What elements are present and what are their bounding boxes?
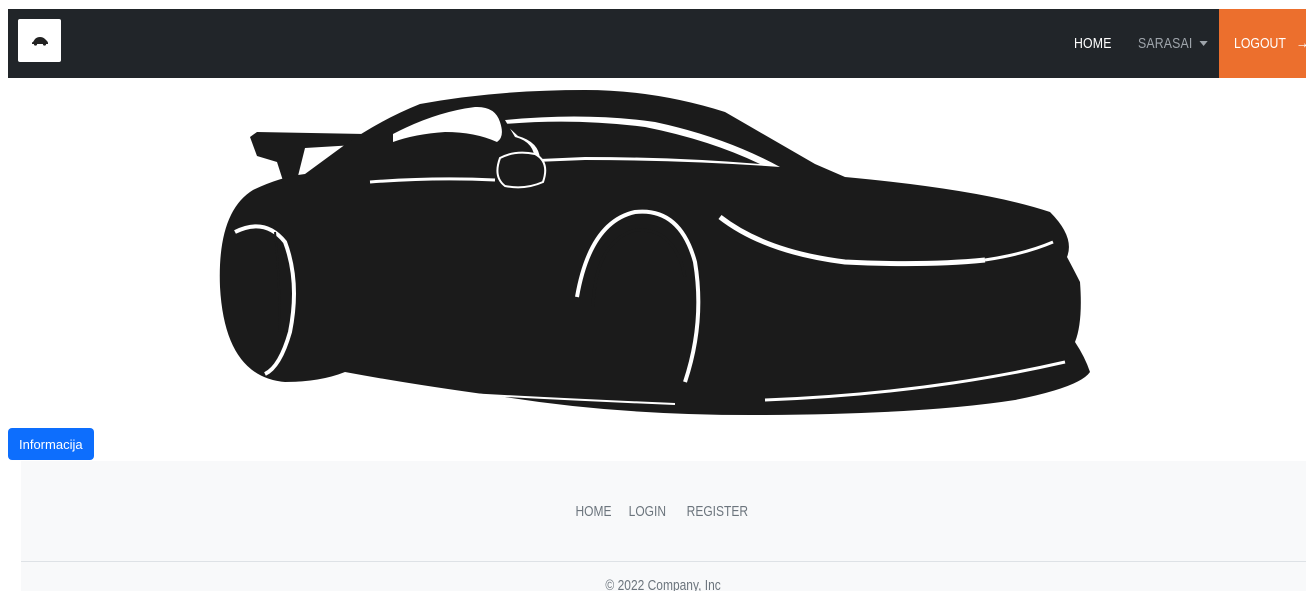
brand-logo[interactable] [18, 19, 61, 62]
caret-down-icon [1199, 41, 1209, 46]
footer-link-register[interactable]: REGISTER [687, 503, 748, 520]
copyright-text: © 2022 Company, Inc [21, 577, 1306, 591]
footer-divider [21, 561, 1306, 562]
logout-button[interactable]: LOGOUT → [1219, 9, 1306, 78]
arrow-right-icon: → [1296, 35, 1306, 53]
car-silhouette-image [219, 90, 1090, 416]
footer-link-login[interactable]: LOGIN [629, 503, 666, 520]
page: HOME SARASAI LOGOUT → [0, 0, 1306, 591]
footer-nav: HOME LOGIN REGISTER [21, 461, 1306, 561]
logout-label: LOGOUT [1234, 35, 1286, 52]
top-navbar: HOME SARASAI LOGOUT → [8, 9, 1306, 78]
user-dropdown[interactable]: SARASAI [1138, 9, 1209, 78]
car-icon [31, 36, 48, 46]
footer-link-home[interactable]: HOME [576, 503, 612, 520]
nav-home-link[interactable]: HOME [1074, 9, 1112, 78]
informacija-button[interactable]: Informacija [8, 428, 94, 460]
footer: HOME LOGIN REGISTER © 2022 Company, Inc [21, 461, 1306, 591]
copyright-label: © 2022 Company, Inc [605, 577, 722, 591]
user-dropdown-label: SARASAI [1138, 35, 1193, 52]
